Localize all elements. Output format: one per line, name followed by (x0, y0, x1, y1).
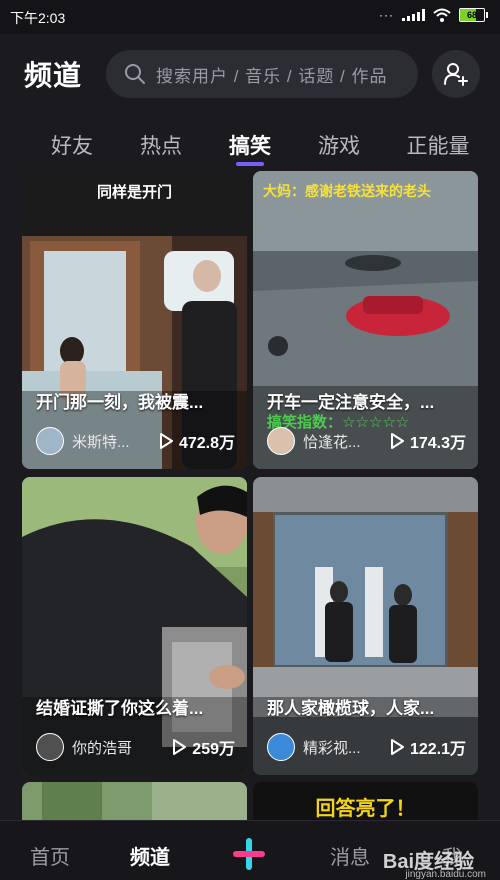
play-icon (390, 433, 404, 449)
tab-games[interactable]: 游戏 (318, 130, 360, 160)
tab-friends[interactable]: 好友 (51, 130, 93, 160)
video-meta: 你的浩哥 259万 (36, 733, 235, 761)
battery-icon: 68 (459, 8, 488, 22)
play-count-value: 122.1万 (409, 741, 466, 758)
tab-positive-energy[interactable]: 正能量 (407, 130, 470, 160)
play-icon (390, 739, 404, 755)
page-title: 频道 (24, 60, 83, 91)
play-count: 174.3万 (390, 429, 466, 453)
search-input[interactable]: 搜索用户 / 音乐 / 话题 / 作品 (106, 50, 418, 98)
author-name[interactable]: 米斯特... (72, 431, 138, 452)
bottom-nav: 首页 频道 消息 我 Bai度经验 jingyan.baidu.com (0, 820, 500, 880)
category-tabs: 好友 热点 搞笑 游戏 正能量 (0, 126, 500, 172)
status-bar: 下午2:03 ··· 68 (0, 0, 500, 34)
play-count-value: 472.8万 (178, 435, 235, 452)
add-friend-button[interactable] (432, 50, 480, 98)
header: 频道 搜索用户 / 音乐 / 话题 / 作品 (0, 34, 500, 116)
video-meta: 米斯特... 472.8万 (36, 427, 235, 455)
status-icons: ··· 68 (379, 8, 488, 22)
signal-icon (402, 9, 425, 21)
status-time: 下午2:03 (10, 10, 66, 26)
video-overlay-caption: 回答亮了！ (315, 798, 416, 820)
video-overlay-caption: 大妈：感谢老铁送来的老头 (263, 183, 431, 199)
tab-hot[interactable]: 热点 (140, 130, 182, 160)
play-count: 122.1万 (390, 735, 466, 759)
nav-messages[interactable]: 消息 (330, 841, 370, 870)
video-thumbnail (22, 477, 247, 775)
avatar[interactable] (36, 427, 64, 455)
play-count-value: 259万 (192, 741, 235, 758)
tab-funny[interactable]: 搞笑 (229, 130, 271, 160)
avatar[interactable] (267, 733, 295, 761)
video-card[interactable]: 那人家橄榄球，人家... 精彩视... 122.1万 (253, 477, 478, 775)
video-meta: 精彩视... 122.1万 (267, 733, 466, 761)
author-name[interactable]: 恰逢花... (303, 431, 369, 452)
wifi-icon (433, 8, 451, 22)
video-thumbnail (253, 477, 478, 775)
nav-home[interactable]: 首页 (30, 841, 70, 870)
video-title: 开车一定注意安全，... (267, 393, 435, 412)
nav-channel[interactable]: 频道 (130, 841, 170, 870)
add-user-icon (444, 63, 468, 86)
video-overlay-caption: 同样是开门 (96, 184, 172, 201)
video-card[interactable]: 结婚证撕了你这么着... 你的浩哥 259万 (22, 477, 247, 775)
watermark-url: jingyan.baidu.com (405, 869, 486, 880)
search-icon (125, 64, 145, 84)
active-tab-indicator (236, 162, 264, 166)
video-card[interactable]: 大妈：感谢老铁送来的老头 搞笑指数：☆☆☆☆☆ 开车一定注意安全，... 恰逢花… (253, 171, 478, 469)
author-name[interactable]: 精彩视... (303, 737, 369, 758)
video-title: 结婚证撕了你这么着... (36, 699, 204, 718)
video-thumbnail (22, 171, 247, 469)
battery-level: 68 (466, 10, 477, 20)
search-placeholder: 搜索用户 / 音乐 / 话题 / 作品 (156, 66, 388, 86)
video-title: 那人家橄榄球，人家... (267, 699, 435, 718)
play-icon (173, 739, 187, 755)
more-dots: ··· (379, 8, 394, 22)
author-name[interactable]: 你的浩哥 (72, 737, 138, 758)
video-card[interactable]: 同样是开门 开门那一刻，我被震... 米斯特... 472.8万 (22, 171, 247, 469)
video-title: 开门那一刻，我被震... (36, 393, 204, 412)
play-count: 472.8万 (159, 429, 235, 453)
play-icon (159, 433, 173, 449)
create-plus-button[interactable] (230, 835, 268, 873)
play-count-value: 174.3万 (409, 435, 466, 452)
play-count: 259万 (172, 735, 235, 759)
avatar[interactable] (267, 427, 295, 455)
avatar[interactable] (36, 733, 64, 761)
video-meta: 恰逢花... 174.3万 (267, 427, 466, 455)
